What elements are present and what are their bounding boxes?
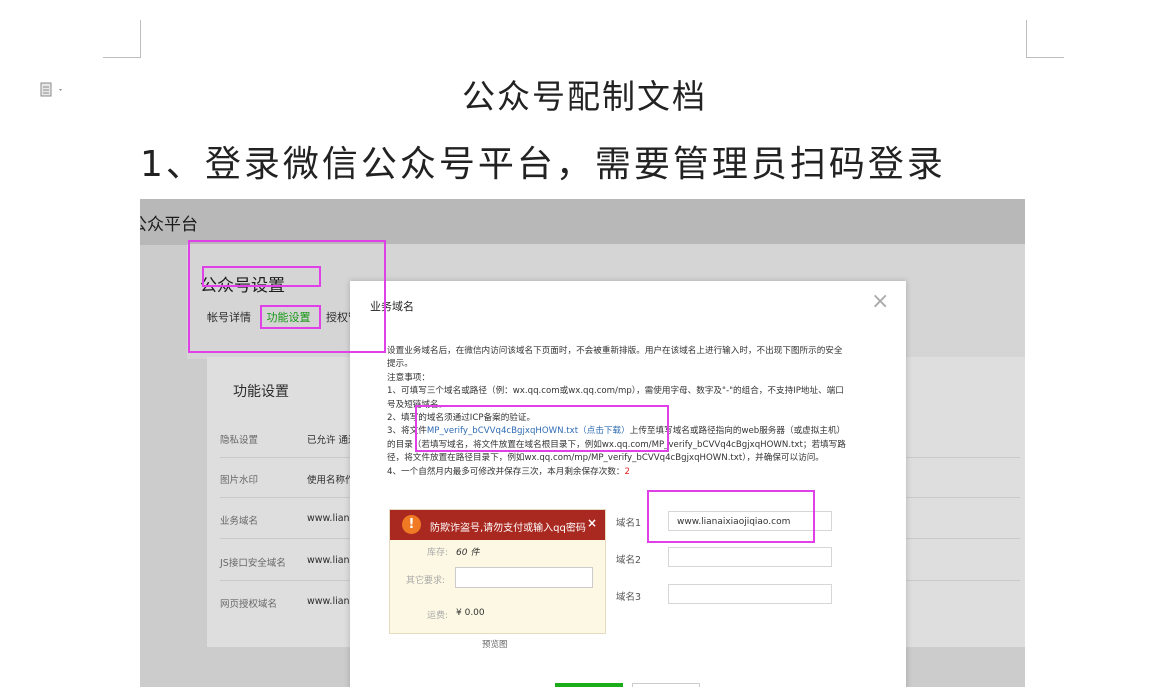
note-4: 4、一个自然月内最多可修改并保存三次，本月剩余保存次数：2 — [387, 466, 879, 479]
note-4-text: 4、一个自然月内最多可修改并保存三次，本月剩余保存次数： — [387, 466, 625, 477]
note-3: 3、将文件MP_verify_bCVVq4cBgjxqHOWN.txt（点击下载… — [387, 425, 879, 438]
domain-label: 域名2 — [616, 555, 642, 566]
notes-heading: 注意事项： — [387, 372, 430, 383]
step-heading: 1、登录微信公众号平台，需要管理员扫码登录 — [140, 144, 946, 185]
other-input — [455, 567, 593, 588]
preview-caption: 预览图 — [482, 640, 508, 650]
other-label: 其它要求: — [406, 576, 446, 586]
stock-label: 库存: — [427, 548, 449, 558]
note-1: 号及短链域名。 — [387, 399, 448, 410]
page-corner-mark — [140, 20, 141, 57]
domain-label: 域名3 — [616, 592, 642, 603]
preview-image: ! 防欺诈盗号,请勿支付或输入qq密码 × 库存: 60 件 其它要求: 运费:… — [389, 509, 606, 634]
page-corner-mark — [1026, 20, 1027, 57]
note-3-prefix: 3、将文件 — [387, 426, 427, 437]
note-2: 2、填写的域名须通过ICP备案的验证。 — [387, 413, 536, 424]
note-3: 的目录（若填写域名，将文件放置在域名根目录下，例如wx.qq.com/MP_ve… — [387, 439, 846, 450]
note-3-suffix: 上传至填写域名或路径指向的web服务器（或虚拟主机） — [629, 426, 846, 437]
domain-input-3[interactable] — [668, 584, 832, 604]
dialog-title: 业务域名 — [370, 300, 414, 313]
warning-icon: ! — [402, 515, 421, 534]
remaining-count: 2 — [624, 466, 630, 477]
document-title: 公众号配制文档 — [462, 77, 707, 116]
stock-value: 60 件 — [456, 548, 480, 558]
intro-text: 提示。 — [387, 359, 413, 370]
note-3: 径，将文件放置在路径目录下，例如wx.qq.com/mp/MP_verify_b… — [387, 453, 824, 464]
page-corner-mark — [1026, 57, 1064, 58]
save-button[interactable] — [555, 683, 623, 687]
note-1: 1、可填写三个域名或路径（例：wx.qq.com或wx.qq.com/mp），需… — [387, 386, 844, 397]
dialog-instructions: 设置业务域名后，在微信内访问该域名下页面时，不会被重新排版。用户在该域名上进行输… — [387, 345, 879, 479]
intro-text: 设置业务域名后，在微信内访问该域名下页面时，不会被重新排版。用户在该域名上进行输… — [387, 346, 843, 356]
domain-input-1[interactable]: www.lianaixiaojiqiao.com — [668, 511, 832, 531]
shipping-value: ¥ 0.00 — [456, 608, 485, 618]
shipping-label: 运费: — [427, 611, 449, 621]
close-icon[interactable]: × — [871, 291, 889, 313]
security-alert-bar: ! 防欺诈盗号,请勿支付或输入qq密码 × — [390, 510, 605, 540]
domain-label: 域名1 — [616, 518, 642, 529]
business-domain-dialog: 业务域名 × 设置业务域名后，在微信内访问该域名下页面时，不会被重新排版。用户在… — [350, 281, 906, 687]
verify-file-link[interactable]: MP_verify_bCVVq4cBgjxqHOWN.txt — [427, 426, 578, 436]
alert-text: 防欺诈盗号,请勿支付或输入qq密码 — [430, 523, 586, 534]
close-icon: × — [587, 516, 598, 530]
download-link[interactable]: （点击下载） — [578, 426, 630, 436]
domain-input-2[interactable] — [668, 547, 832, 567]
page-corner-mark — [103, 57, 141, 58]
cancel-button[interactable] — [632, 683, 700, 687]
embedded-screenshot: 公众平台 公众号设置 帐号详情 功能设置 授权管 功能设置 隐私设置 已允许 通… — [140, 199, 1025, 687]
